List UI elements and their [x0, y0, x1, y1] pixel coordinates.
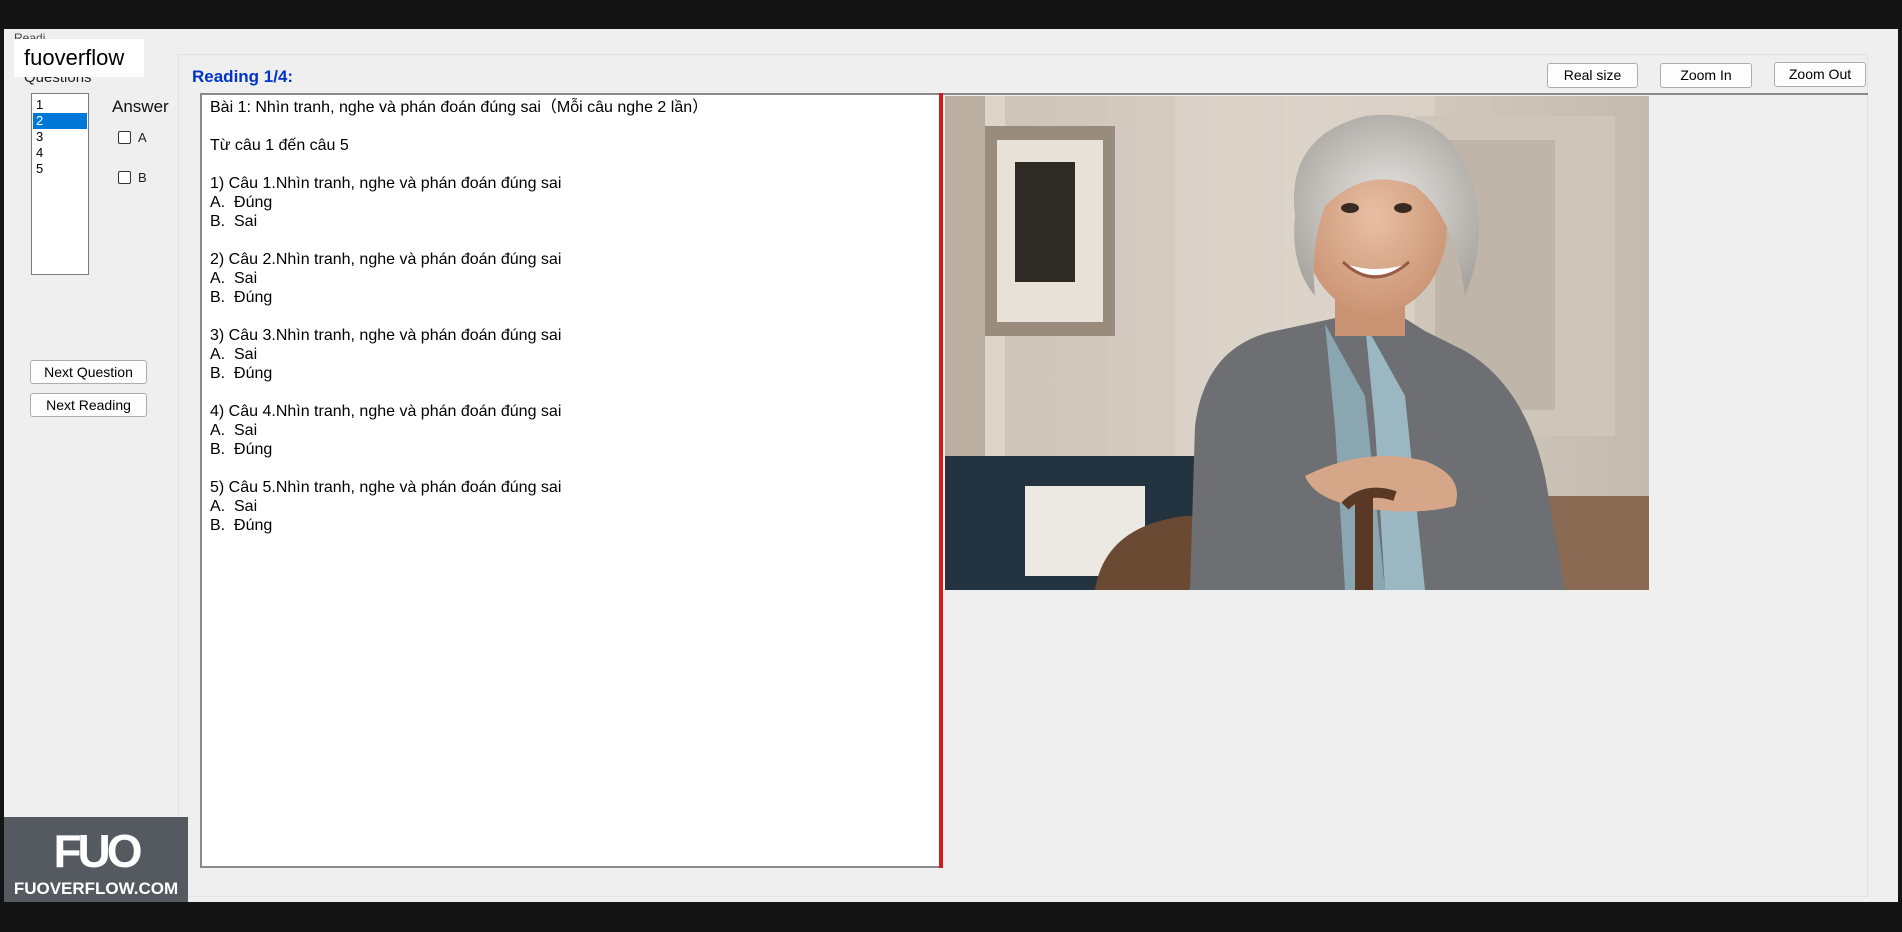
image-panel: [943, 93, 1868, 868]
question-item-2[interactable]: 2: [33, 113, 87, 129]
reading-text-panel[interactable]: Bài 1: Nhìn tranh, nghe và phán đoán đún…: [200, 93, 940, 868]
question-item-5[interactable]: 5: [33, 161, 87, 177]
elderly-woman-photo: [945, 96, 1649, 590]
question-item-3[interactable]: 3: [33, 129, 87, 145]
question-item-1[interactable]: 1: [33, 97, 87, 113]
question-item-4[interactable]: 4: [33, 145, 87, 161]
app-window: Readi Questions fuoverflow 1 2 3 4 5 Ans…: [4, 29, 1898, 902]
reading-title: Reading 1/4:: [192, 67, 294, 86]
answer-a-label: A: [138, 130, 147, 145]
answer-label: Answer: [112, 97, 169, 116]
questions-listbox[interactable]: 1 2 3 4 5: [31, 93, 89, 275]
answer-b-checkbox[interactable]: [118, 171, 131, 184]
answer-a-checkbox[interactable]: [118, 131, 131, 144]
real-size-button[interactable]: Real size: [1547, 63, 1638, 88]
zoom-out-button[interactable]: Zoom Out: [1774, 62, 1866, 87]
next-question-button[interactable]: Next Question: [30, 360, 147, 384]
answer-option-b[interactable]: B: [118, 170, 147, 185]
answer-b-label: B: [138, 170, 147, 185]
reading-photo: [945, 96, 1649, 590]
zoom-in-button[interactable]: Zoom In: [1660, 63, 1752, 88]
fuoverflow-logo: FUO FUOVERFLOW.COM: [4, 817, 188, 902]
answer-option-a[interactable]: A: [118, 130, 147, 145]
logo-text: FUOVERFLOW.COM: [13, 879, 179, 898]
logo-mark: FUO: [53, 825, 142, 877]
next-reading-button[interactable]: Next Reading: [30, 393, 147, 417]
brand-badge: fuoverflow: [14, 39, 144, 77]
